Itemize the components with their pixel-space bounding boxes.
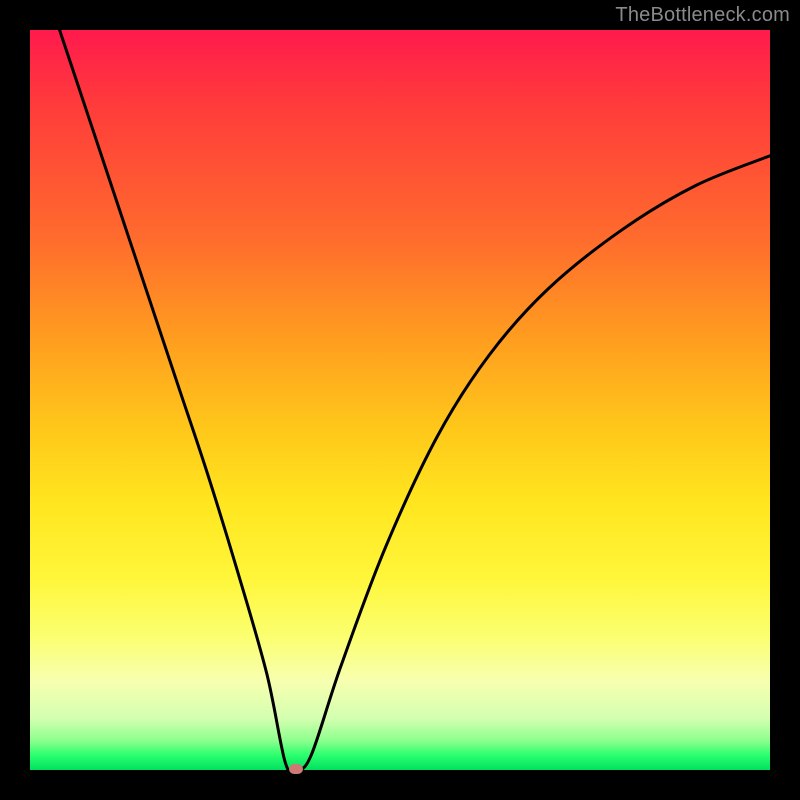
chart-frame: TheBottleneck.com <box>0 0 800 800</box>
bottleneck-curve <box>30 30 770 770</box>
plot-area <box>30 30 770 770</box>
minimum-marker <box>289 764 303 774</box>
watermark-text: TheBottleneck.com <box>615 4 790 27</box>
